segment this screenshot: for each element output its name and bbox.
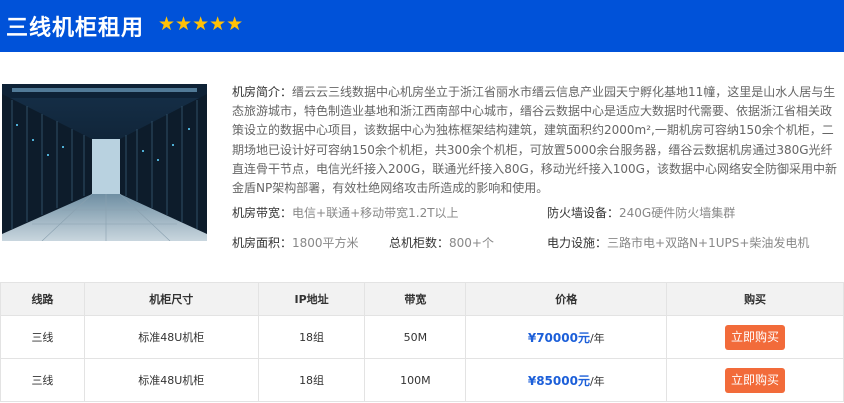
page-title: 三线机柜租用 <box>6 16 145 41</box>
price-value: ¥85000元 <box>527 373 590 388</box>
col-header-ip: IP地址 <box>257 282 366 316</box>
col-header-buy: 购买 <box>666 282 844 316</box>
cell-line: 三线 <box>0 315 85 359</box>
spec-racks: 总机柜数：800+个 <box>389 234 494 251</box>
spec-racks-value: 800+个 <box>449 236 494 250</box>
spec-area: 机房面积：1800平方米 <box>232 234 359 251</box>
cell-buy: 立即购买 <box>666 358 844 402</box>
cell-bandwidth: 100M <box>364 358 467 402</box>
spec-firewall-value: 240G硬件防火墙集群 <box>619 206 736 220</box>
intro-text: 缙云云三线数据中心机房坐立于浙江省丽水市缙云信息产业园天宁孵化基地11幢，这里是… <box>232 85 837 196</box>
price-unit: /年 <box>589 374 605 388</box>
cell-buy: 立即购买 <box>666 315 844 359</box>
buy-now-button[interactable]: 立即购买 <box>725 324 786 350</box>
spec-area-value: 1800平方米 <box>292 236 359 250</box>
price-value: ¥70000元 <box>527 330 590 345</box>
rating-stars-icon: ★★★★★ <box>158 13 244 35</box>
spec-power: 电力设施：三路市电+双路N+1UPS+柴油发电机 <box>547 234 809 251</box>
table-row: 三线 标准48U机柜 18组 50M ¥70000元/年 立即购买 <box>0 315 844 359</box>
cell-price: ¥70000元/年 <box>465 315 668 359</box>
cell-price: ¥85000元/年 <box>465 358 668 402</box>
cell-ip: 18组 <box>257 358 366 402</box>
intro-label: 机房简介： <box>232 85 293 99</box>
server-room-photo <box>2 84 207 241</box>
spec-firewall-label: 防火墙设备： <box>547 206 620 220</box>
table-header-row: 线路 机柜尺寸 IP地址 带宽 价格 购买 <box>0 282 844 316</box>
spec-power-value: 三路市电+双路N+1UPS+柴油发电机 <box>607 236 810 250</box>
server-room-illustration <box>2 84 207 241</box>
col-header-bandwidth: 带宽 <box>364 282 467 316</box>
cell-line: 三线 <box>0 358 85 402</box>
pricing-table: 线路 机柜尺寸 IP地址 带宽 价格 购买 三线 标准48U机柜 18组 50M… <box>0 282 844 402</box>
cell-ip: 18组 <box>257 315 366 359</box>
col-header-line: 线路 <box>0 282 85 316</box>
spec-firewall: 防火墙设备：240G硬件防火墙集群 <box>547 204 735 221</box>
col-header-rack-size: 机柜尺寸 <box>83 282 259 316</box>
cell-bandwidth: 50M <box>364 315 467 359</box>
price-unit: /年 <box>589 331 605 345</box>
cell-rack-size: 标准48U机柜 <box>83 358 259 402</box>
spec-bandwidth-value: 电信+联通+移动带宽1.2T以上 <box>292 206 459 220</box>
spec-power-label: 电力设施： <box>547 236 608 250</box>
spec-bandwidth-label: 机房带宽： <box>232 206 293 220</box>
spec-area-label: 机房面积： <box>232 236 293 250</box>
page-header: 三线机柜租用 ★★★★★ <box>0 0 844 52</box>
col-header-price: 价格 <box>465 282 668 316</box>
datacenter-intro: 机房简介：缙云云三线数据中心机房坐立于浙江省丽水市缙云信息产业园天宁孵化基地11… <box>232 83 838 198</box>
buy-now-button[interactable]: 立即购买 <box>725 367 786 393</box>
spec-bandwidth: 机房带宽：电信+联通+移动带宽1.2T以上 <box>232 204 459 221</box>
spec-racks-label: 总机柜数： <box>389 236 450 250</box>
table-row: 三线 标准48U机柜 18组 100M ¥85000元/年 立即购买 <box>0 358 844 402</box>
cell-rack-size: 标准48U机柜 <box>83 315 259 359</box>
